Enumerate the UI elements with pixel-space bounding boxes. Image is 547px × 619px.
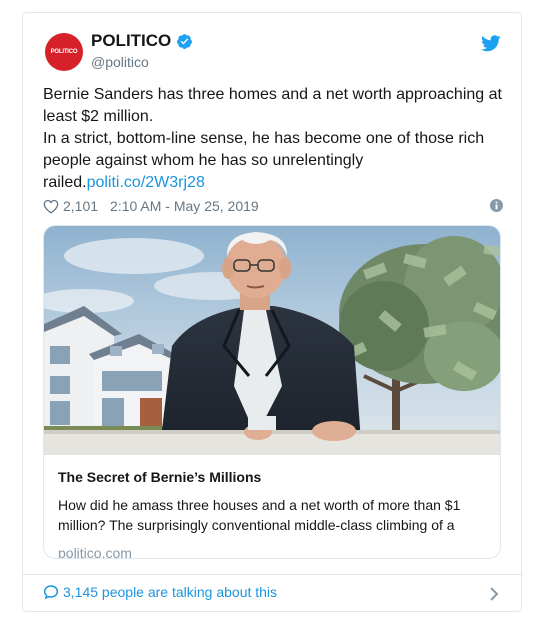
verified-badge-icon xyxy=(177,33,193,49)
author-name-row[interactable]: POLITICO xyxy=(91,31,193,51)
card-domain: politico.com xyxy=(58,545,132,559)
tweet-embed: POLITICO POLITICO @politico Bernie Sande… xyxy=(22,12,523,612)
card-title[interactable]: The Secret of Bernie’s Millions xyxy=(58,468,488,486)
card-image[interactable] xyxy=(44,226,501,455)
talking-about-link[interactable]: 3,145 people are talking about this xyxy=(43,584,277,600)
talking-about-text[interactable]: 3,145 people are talking about this xyxy=(63,584,277,600)
heart-icon[interactable] xyxy=(43,199,59,214)
tweet-meta: 2,101 2:10 AM - May 25, 2019 xyxy=(43,196,503,216)
card-text: The Secret of Bernie’s Millions How did … xyxy=(58,468,488,559)
avatar-logo-text: POLITICO xyxy=(50,49,78,55)
link-preview-card[interactable]: The Secret of Bernie’s Millions How did … xyxy=(43,225,501,559)
tweet-text: Bernie Sanders has three homes and a net… xyxy=(43,84,503,194)
display-name[interactable]: POLITICO xyxy=(91,31,171,51)
like-count[interactable]: 2,101 xyxy=(63,198,98,214)
handle[interactable]: @politico xyxy=(91,54,149,70)
chevron-right-icon[interactable] xyxy=(489,587,499,601)
twitter-bird-icon[interactable] xyxy=(481,35,501,52)
footer-divider xyxy=(23,574,523,575)
tweet-link[interactable]: politi.co/2W3rj28 xyxy=(87,174,205,191)
tweet-text-line1: Bernie Sanders has three homes and a net… xyxy=(43,86,502,125)
avatar[interactable]: POLITICO xyxy=(45,33,83,71)
speech-bubble-icon xyxy=(43,585,59,600)
card-description: How did he amass three houses and a net … xyxy=(58,497,461,533)
info-icon[interactable] xyxy=(490,199,503,212)
timestamp[interactable]: 2:10 AM - May 25, 2019 xyxy=(110,198,259,214)
